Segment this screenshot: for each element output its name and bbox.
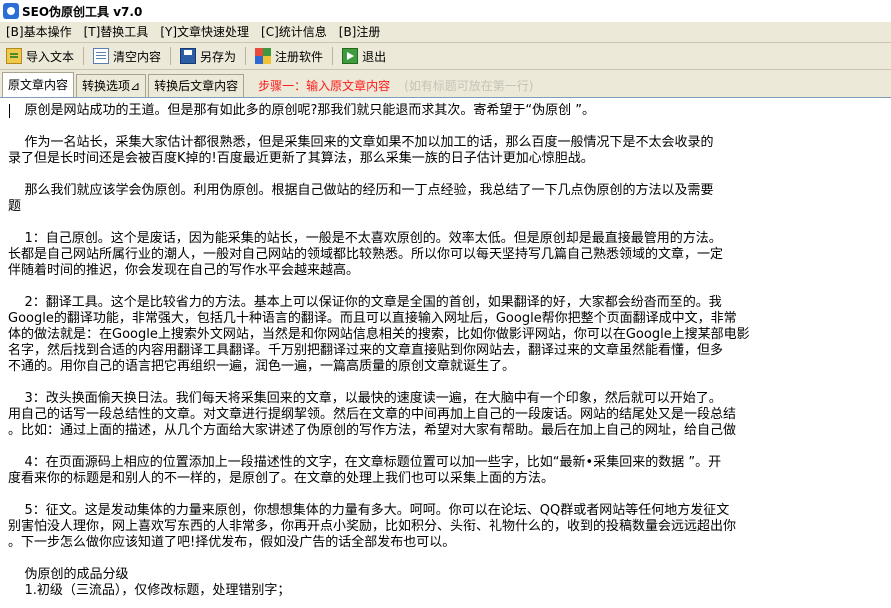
register-icon <box>255 48 272 64</box>
exit-button[interactable]: 退出 <box>338 45 392 67</box>
article-text[interactable]: 原创是网站成功的王道。但是那有如此多的原创呢?那我们就只能退而求其次。寄希望于“… <box>0 98 891 599</box>
clear-content-label: 清空内容 <box>113 49 162 64</box>
menu-basic-operations[interactable]: [B]基本操作 <box>0 22 78 42</box>
editor-line: 3：改头换面偷天换日法。我们每天将采集回来的文章，以最快的速度读一遍，在大脑中有… <box>8 391 722 406</box>
editor-line: 4：在页面源码上相应的位置添加上一段描述性的文字，在文章标题位置可以加一些字，比… <box>8 455 722 470</box>
editor-line: 名字，然后找到合适的内容用翻译工具翻译。千万别把翻译过来的文章直接贴到你网站去，… <box>8 343 724 358</box>
editor-line: 伪原创的成品分级 <box>8 567 129 582</box>
editor-line: 2：翻译工具。这个是比较省力的方法。基本上可以保证你的文章是全国的首创，如果翻译… <box>8 295 722 310</box>
toolbar-separator <box>170 47 172 65</box>
editor-line: 作为一名站长，采集大家估计都很熟悉，但是采集回来的文章如果不加以加工的话，那么百… <box>8 135 714 150</box>
toolbar-separator <box>332 47 334 65</box>
editor-line: 5：征文。这是发动集体的力量来原创，你想想集体的力量有多大。呵呵。你可以在论坛、… <box>8 503 730 518</box>
editor-line: Google的翻译功能，非常强大，包括几十种语言的翻译。而且可以直接输入网址后，… <box>8 311 737 326</box>
editor-line: 。比如：通过上面的描述，从几个方面给大家讲述了伪原创的写作方法，希望对大家有帮助… <box>8 423 737 438</box>
editor-line: 度看来你的标题是和别人的不一样的，是原创了。在文章的处理上我们也可以采集上面的方… <box>8 471 555 486</box>
toolbar-separator <box>83 47 85 65</box>
editor-line: 别害怕没人理你，网上喜欢写东西的人非常多，你再开点小奖励，比如积分、头衔、礼物什… <box>8 519 737 534</box>
editor-line: 。下一步怎么做你应该知道了吧!择优发布，假如没广告的话全部发布也可以。 <box>8 535 456 550</box>
editor-line: 1.初级（三流品），仅修改标题，处理错别字； <box>8 583 291 598</box>
editor-line: 题 <box>8 199 22 214</box>
step-instruction: 步骤一：输入原文章内容 <box>258 79 391 93</box>
menu-bar: [B]基本操作 [T]替换工具 [Y]文章快速处理 [C]统计信息 [B]注册 <box>0 22 891 43</box>
menu-quick-process[interactable]: [Y]文章快速处理 <box>154 22 255 42</box>
clear-content-button[interactable]: 清空内容 <box>89 45 167 67</box>
tab-converted-content[interactable]: 转换后文章内容 <box>148 74 245 97</box>
title-bar: SEO伪原创工具 v7.0 <box>0 0 891 22</box>
import-text-label: 导入文本 <box>26 49 75 64</box>
editor-line: 伴随着时间的推迟，你会发现在自己的写作水平会越来越高。 <box>8 263 360 278</box>
title-hint: (如有标题可放在第一行) <box>404 79 534 93</box>
app-icon <box>3 3 19 19</box>
save-as-button[interactable]: 另存为 <box>176 45 242 67</box>
toolbar-separator <box>245 47 247 65</box>
exit-arrow-icon <box>342 48 359 64</box>
menu-replace-tools[interactable]: [T]替换工具 <box>78 22 155 42</box>
editor-line: 原创是网站成功的王道。但是那有如此多的原创呢?那我们就只能退而求其次。寄希望于“… <box>8 103 596 118</box>
save-as-label: 另存为 <box>200 49 237 64</box>
tab-conversion-options[interactable]: 转换选项⊿ <box>76 74 147 97</box>
register-software-button[interactable]: 注册软件 <box>251 45 329 67</box>
folder-open-icon <box>6 48 22 64</box>
menu-statistics[interactable]: [C]统计信息 <box>255 22 333 42</box>
tab-bar: 原文章内容 转换选项⊿ 转换后文章内容 步骤一：输入原文章内容 (如有标题可放在… <box>0 70 891 97</box>
editor-line: 不通的。用你自己的语言把它再组织一遍，润色一遍，一篇高质量的原创文章就诞生了。 <box>8 359 516 374</box>
register-software-label: 注册软件 <box>275 49 324 64</box>
toolbar: 导入文本 清空内容 另存为 注册软件 退出 <box>0 43 891 70</box>
window-title: SEO伪原创工具 v7.0 <box>22 4 143 19</box>
text-caret <box>9 104 10 118</box>
original-article-editor[interactable]: 原创是网站成功的王道。但是那有如此多的原创呢?那我们就只能退而求其次。寄希望于“… <box>0 97 891 608</box>
editor-line: 录了但是长时间还是会被百度K掉的!百度最近更新了其算法，那么采集一族的日子估计更… <box>8 151 594 166</box>
editor-line: 长都是自己网站所属行业的潮人，一般对自己网站的领域都比较熟悉。所以你可以每天坚持… <box>8 247 724 262</box>
import-text-button[interactable]: 导入文本 <box>2 45 80 67</box>
menu-register[interactable]: [B]注册 <box>333 22 387 42</box>
tab-original-content[interactable]: 原文章内容 <box>2 72 75 97</box>
editor-line: 1：自己原创。这个是废话，因为能采集的站长，一般是不太喜欢原创的。效率太低。但是… <box>8 231 722 246</box>
exit-label: 退出 <box>362 49 387 64</box>
floppy-disk-icon <box>180 48 197 64</box>
editor-line: 用自己的话写一段总结性的文章。对文章进行提纲挈领。然后在文章的中间再加上自己的一… <box>8 407 737 422</box>
editor-line: 那么我们就应该学会伪原创。利用伪原创。根据自己做站的经历和一丁点经验，我总结了一… <box>8 183 714 198</box>
editor-line: 体的做法就是：在Google上搜索外文网站，当然是和你网站信息相关的搜索，比如你… <box>8 327 750 342</box>
document-icon <box>93 48 110 64</box>
